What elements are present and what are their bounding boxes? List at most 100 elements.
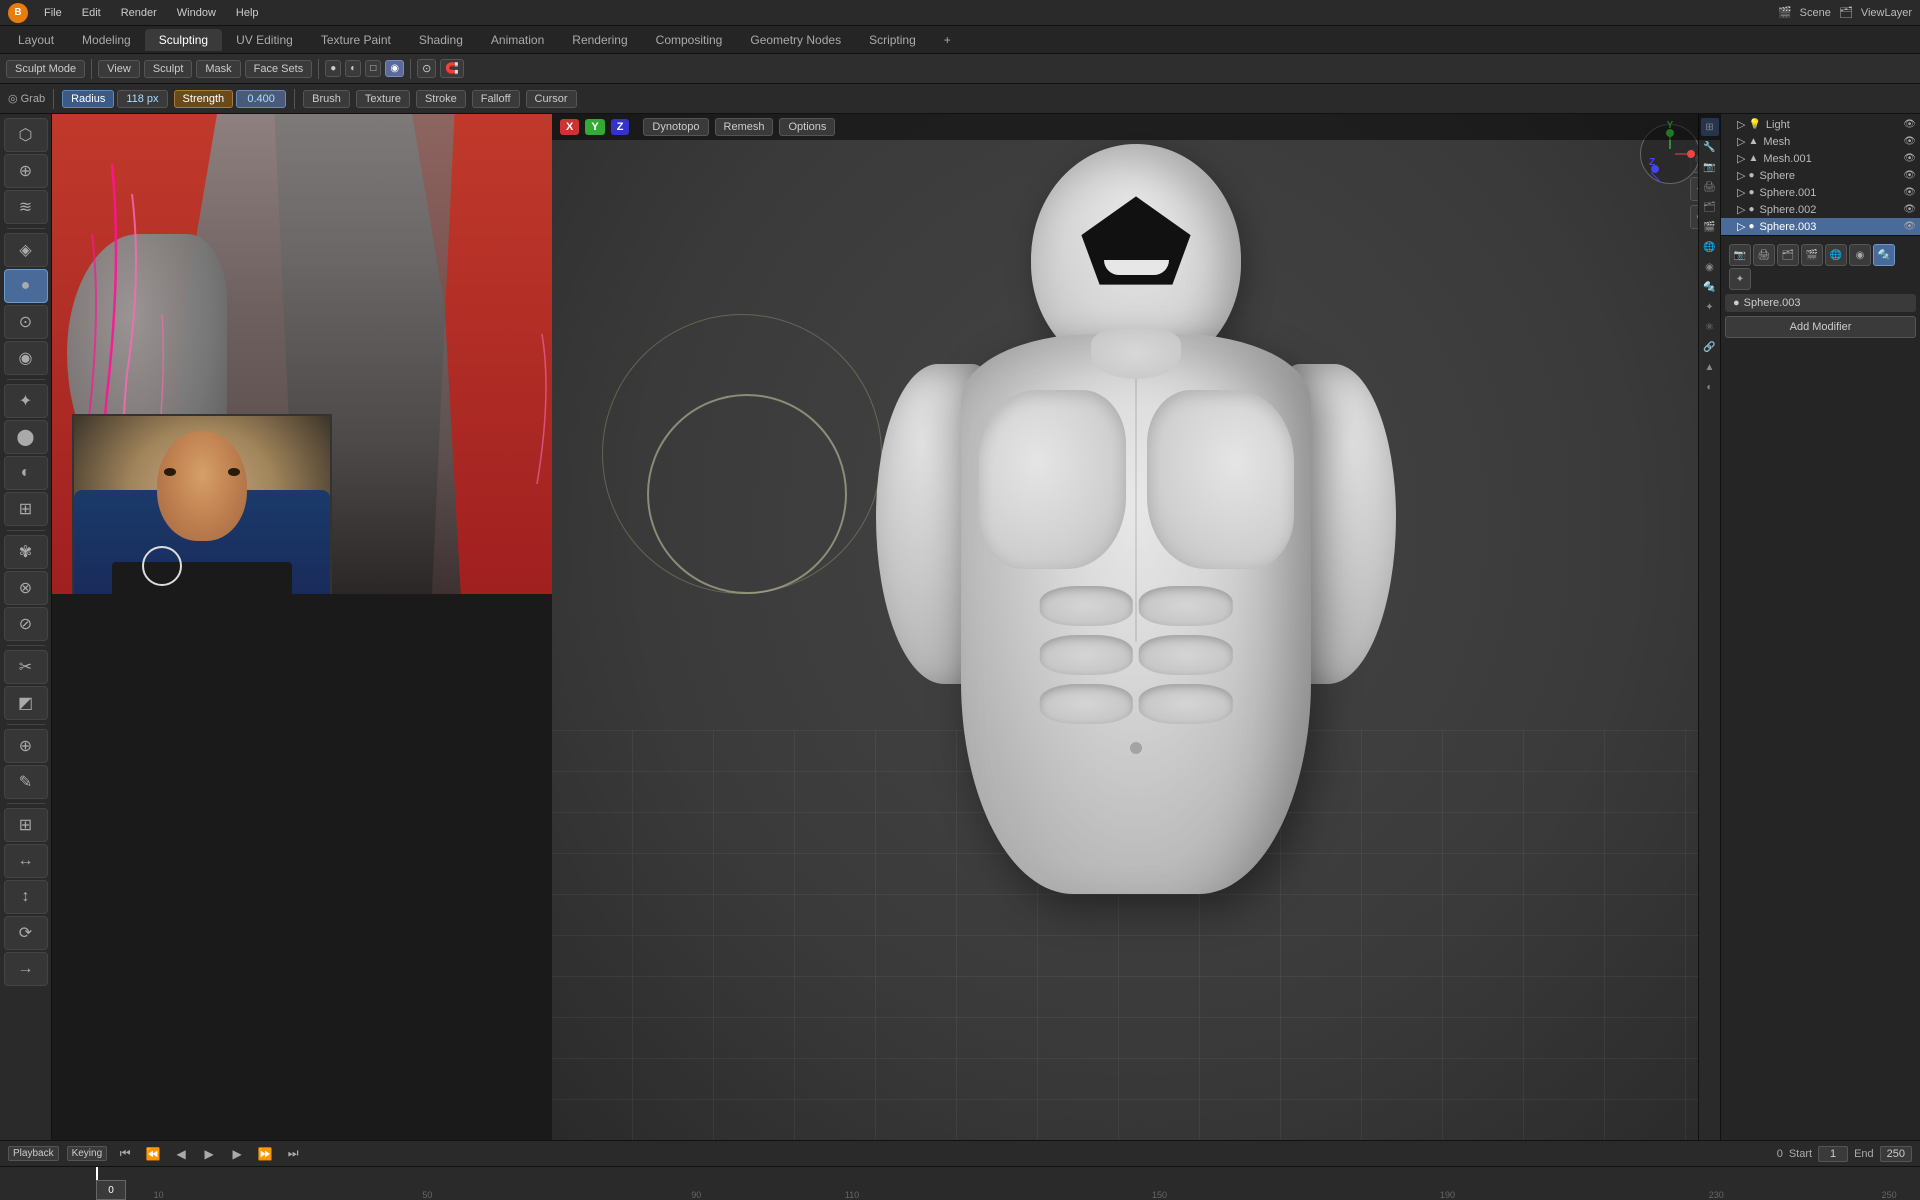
outliner-mesh[interactable]: ▷ ▲ Mesh 👁 xyxy=(1721,133,1920,150)
view-menu[interactable]: View xyxy=(98,60,140,78)
menu-file[interactable]: File xyxy=(36,5,70,21)
tool-annotate[interactable]: ✎ xyxy=(4,765,48,799)
ri-properties[interactable]: 🔧 xyxy=(1701,138,1719,156)
next-frame-btn[interactable]: ▶ xyxy=(227,1144,247,1164)
ri-data[interactable]: ▲ xyxy=(1701,358,1719,376)
prop-render-tab[interactable]: 📷 xyxy=(1729,244,1751,266)
tab-animation[interactable]: Animation xyxy=(477,29,558,51)
tab-compositing[interactable]: Compositing xyxy=(642,29,737,51)
radius-value[interactable]: 118 px xyxy=(117,90,167,108)
active-frame-box[interactable]: 0 xyxy=(96,1180,126,1200)
tool-faceset[interactable]: ◩ xyxy=(4,686,48,720)
sphere-visibility[interactable]: 👁 xyxy=(1903,170,1916,181)
tab-geometry-nodes[interactable]: Geometry Nodes xyxy=(736,29,855,51)
next-keyframe-btn[interactable]: ⏩ xyxy=(255,1144,275,1164)
mesh-visibility[interactable]: 👁 xyxy=(1903,136,1916,147)
tool-smooth[interactable]: ⊕ xyxy=(4,154,48,188)
keying-dropdown[interactable]: Keying xyxy=(67,1146,108,1161)
ri-physics[interactable]: ⚛ xyxy=(1701,318,1719,336)
ri-material[interactable]: ◐ xyxy=(1701,378,1719,396)
playback-dropdown[interactable]: Playback xyxy=(8,1146,59,1161)
tab-add[interactable]: + xyxy=(930,29,965,51)
ri-world[interactable]: 🌐 xyxy=(1701,238,1719,256)
tool-scale[interactable]: → xyxy=(4,952,48,986)
viewport-shading-1[interactable]: ● xyxy=(325,60,341,77)
axis-x[interactable]: X xyxy=(560,119,579,135)
reference-viewport[interactable] xyxy=(52,114,552,594)
prop-output-tab[interactable]: 🖨 xyxy=(1753,244,1775,266)
tool-crease[interactable]: ⊘ xyxy=(4,607,48,641)
tool-mask[interactable]: ✂ xyxy=(4,650,48,684)
tab-layout[interactable]: Layout xyxy=(4,29,68,51)
prop-modifier-tab[interactable]: 🔩 xyxy=(1873,244,1895,266)
add-modifier-button[interactable]: Add Modifier xyxy=(1725,316,1916,338)
jump-end-btn[interactable]: ⏭ xyxy=(283,1144,303,1164)
mesh001-visibility[interactable]: 👁 xyxy=(1903,153,1916,164)
tool-scrape[interactable]: ✦ xyxy=(4,384,48,418)
outliner-mesh001[interactable]: ▷ ▲ Mesh.001 👁 xyxy=(1721,150,1920,167)
menu-render[interactable]: Render xyxy=(113,5,165,21)
falloff-dropdown[interactable]: Falloff xyxy=(472,90,520,108)
tool-draw[interactable]: ⬡ xyxy=(4,118,48,152)
jump-start-btn[interactable]: ⏮ xyxy=(115,1144,135,1164)
ri-object[interactable]: ◉ xyxy=(1701,258,1719,276)
axis-y[interactable]: Y xyxy=(585,119,604,135)
tool-transform[interactable]: ⊕ xyxy=(4,729,48,763)
sphere001-visibility[interactable]: 👁 xyxy=(1903,187,1916,198)
tab-uv-editing[interactable]: UV Editing xyxy=(222,29,307,51)
start-value[interactable]: 1 xyxy=(1818,1146,1848,1162)
light-visibility[interactable]: 👁 xyxy=(1903,119,1916,130)
prop-viewlayer-tab[interactable]: 🗂 xyxy=(1777,244,1799,266)
ri-particles[interactable]: ✦ xyxy=(1701,298,1719,316)
tool-rotate-tool[interactable]: ⟳ xyxy=(4,916,48,950)
tool-pinch[interactable]: ◐ xyxy=(4,456,48,490)
menu-help[interactable]: Help xyxy=(228,5,267,21)
tool-box-select[interactable]: ⊞ xyxy=(4,808,48,842)
menu-edit[interactable]: Edit xyxy=(74,5,109,21)
prop-particles-tab[interactable]: ✦ xyxy=(1729,268,1751,290)
viewport-shading-3[interactable]: □ xyxy=(365,60,381,77)
proportional-edit[interactable]: ⊙ xyxy=(417,59,436,78)
outliner-sphere002[interactable]: ▷ ● Sphere.002 👁 xyxy=(1721,201,1920,218)
timeline-track[interactable]: 0 10 50 90 110 150 190 230 250 0 xyxy=(0,1167,1920,1200)
tool-layer[interactable]: ⊞ xyxy=(4,492,48,526)
viewport-shading-4[interactable]: ◉ xyxy=(385,60,404,77)
tab-shading[interactable]: Shading xyxy=(405,29,477,51)
prop-scene-tab[interactable]: 🎬 xyxy=(1801,244,1823,266)
cursor-dropdown[interactable]: Cursor xyxy=(526,90,577,108)
prev-keyframe-btn[interactable]: ⏪ xyxy=(143,1144,163,1164)
prop-object-tab[interactable]: ◉ xyxy=(1849,244,1871,266)
face-sets-menu[interactable]: Face Sets xyxy=(245,60,313,78)
tool-inflate[interactable]: ✾ xyxy=(4,535,48,569)
outliner-sphere[interactable]: ▷ ● Sphere 👁 xyxy=(1721,167,1920,184)
sphere003-visibility[interactable]: 👁 xyxy=(1903,221,1916,232)
ri-modifier[interactable]: 🔩 xyxy=(1701,278,1719,296)
tool-elastic[interactable]: ⊙ xyxy=(4,305,48,339)
tool-blob[interactable]: ⊗ xyxy=(4,571,48,605)
tool-fill[interactable]: ⬤ xyxy=(4,420,48,454)
viewport-shading-2[interactable]: ◐ xyxy=(345,60,361,77)
sphere002-visibility[interactable]: 👁 xyxy=(1903,204,1916,215)
texture-dropdown[interactable]: Texture xyxy=(356,90,410,108)
outliner-light[interactable]: ▷ 💡 Light 👁 xyxy=(1721,116,1920,133)
outliner-sphere003[interactable]: ▷ ● Sphere.003 👁 xyxy=(1721,218,1920,235)
tool-grab[interactable]: ● xyxy=(4,269,48,303)
tool-lasso[interactable]: ↔ xyxy=(4,844,48,878)
tab-rendering[interactable]: Rendering xyxy=(558,29,641,51)
tool-snake-hook[interactable]: ≋ xyxy=(4,190,48,224)
prev-frame-btn[interactable]: ◀ xyxy=(171,1144,191,1164)
sculpt-menu[interactable]: Sculpt xyxy=(144,60,193,78)
ri-constraints[interactable]: 🔗 xyxy=(1701,338,1719,356)
tool-thumb[interactable]: ◈ xyxy=(4,233,48,267)
dynotopo-dropdown[interactable]: Dynotopo xyxy=(643,118,708,136)
tab-sculpting[interactable]: Sculpting xyxy=(145,29,222,51)
ri-scene[interactable]: 🎬 xyxy=(1701,218,1719,236)
tab-modeling[interactable]: Modeling xyxy=(68,29,145,51)
tab-texture-paint[interactable]: Texture Paint xyxy=(307,29,405,51)
brush-dropdown[interactable]: Brush xyxy=(303,90,350,108)
end-value[interactable]: 250 xyxy=(1880,1146,1912,1162)
ri-render[interactable]: 📷 xyxy=(1701,158,1719,176)
outliner-sphere001[interactable]: ▷ ● Sphere.001 👁 xyxy=(1721,184,1920,201)
tool-move[interactable]: ↕ xyxy=(4,880,48,914)
menu-window[interactable]: Window xyxy=(169,5,224,21)
